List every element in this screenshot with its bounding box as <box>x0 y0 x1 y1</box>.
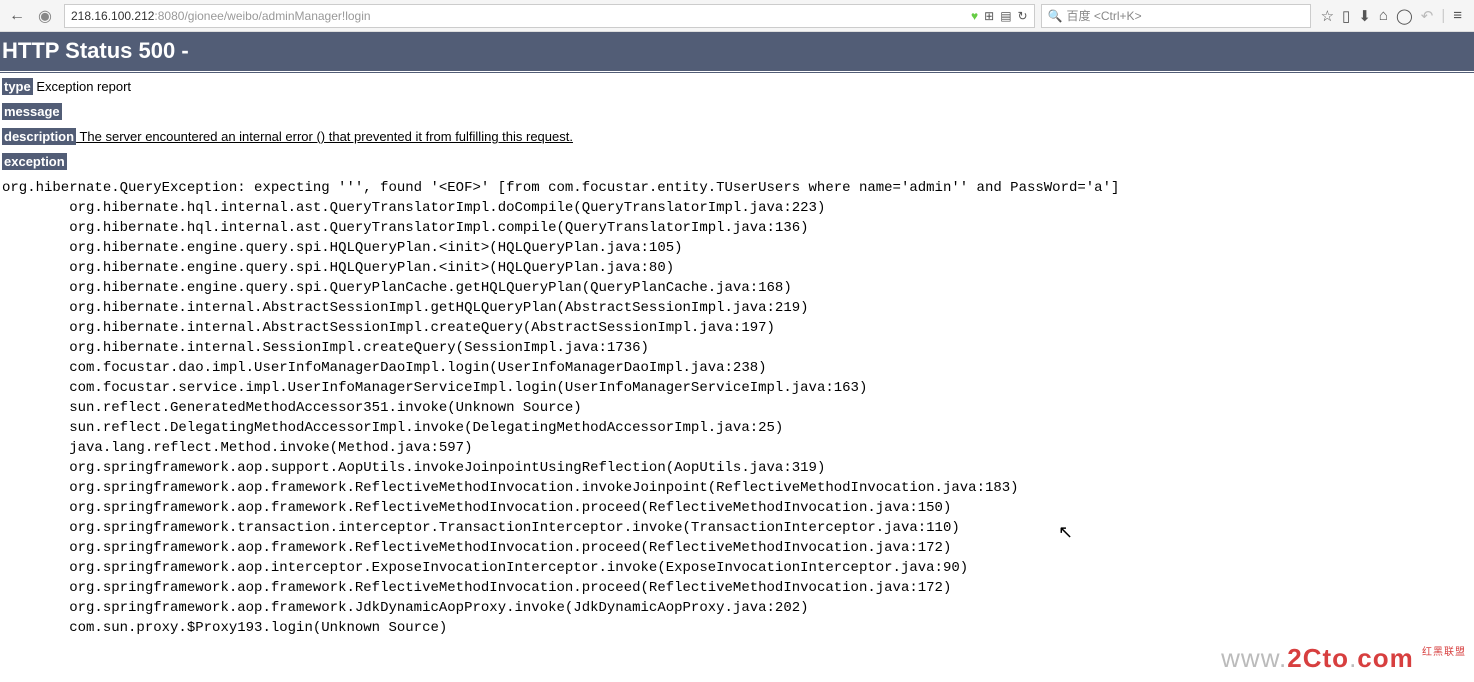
reader-icon[interactable]: ▤ <box>1000 9 1011 23</box>
exception-line: exception <box>0 149 1474 174</box>
watermark-prefix: www. <box>1221 643 1287 673</box>
qr-icon[interactable]: ⊞ <box>984 9 994 23</box>
watermark-suffix: com <box>1357 643 1413 673</box>
description-label: description <box>2 128 76 145</box>
url-bar-icons: ♥ ⊞ ▤ ↻ <box>971 9 1028 23</box>
divider: | <box>1441 7 1445 24</box>
message-line: message <box>0 99 1474 124</box>
menu-icon[interactable]: ≡ <box>1453 7 1462 24</box>
search-box[interactable]: 🔍 百度 <Ctrl+K> <box>1041 4 1311 28</box>
download-icon[interactable]: ⬇ <box>1358 7 1371 25</box>
url-bar[interactable]: 218.16.100.212:8080/gionee/weibo/adminMa… <box>64 4 1035 28</box>
browser-toolbar: ← ◉ 218.16.100.212:8080/gionee/weibo/adm… <box>0 0 1474 32</box>
back-button[interactable]: ← <box>4 3 30 29</box>
divider <box>0 72 1474 73</box>
library-icon[interactable]: ▯ <box>1342 7 1350 25</box>
url-text: 218.16.100.212:8080/gionee/weibo/adminMa… <box>71 9 371 23</box>
type-value: Exception report <box>33 79 131 94</box>
page-content: HTTP Status 500 - type Exception report … <box>0 32 1474 642</box>
type-line: type Exception report <box>0 74 1474 99</box>
message-label: message <box>2 103 62 120</box>
search-icon: 🔍 <box>1048 9 1063 23</box>
watermark-mid: 2Cto <box>1287 643 1349 673</box>
description-line: description The server encountered an in… <box>0 124 1474 149</box>
description-value: The server encountered an internal error… <box>76 129 573 144</box>
undo-icon[interactable]: ↶ <box>1421 7 1434 25</box>
type-label: type <box>2 78 33 95</box>
bookmark-icon[interactable]: ☆ <box>1321 7 1334 25</box>
identity-icon[interactable]: ◉ <box>32 3 58 29</box>
toolbar-buttons: ☆ ▯ ⬇ ⌂ ◯ ↶ | ≡ <box>1313 7 1470 25</box>
exception-label: exception <box>2 153 67 170</box>
watermark: www.2Cto.com 红黑联盟 <box>1221 643 1466 674</box>
watermark-sub: 红黑联盟 <box>1422 643 1466 658</box>
shield-icon[interactable]: ♥ <box>971 9 978 23</box>
reload-icon[interactable]: ↻ <box>1018 9 1028 23</box>
search-placeholder: 百度 <Ctrl+K> <box>1067 7 1142 24</box>
status-heading: HTTP Status 500 - <box>0 32 1474 71</box>
stacktrace: org.hibernate.QueryException: expecting … <box>0 174 1474 642</box>
home-icon[interactable]: ⌂ <box>1379 7 1388 24</box>
chat-icon[interactable]: ◯ <box>1396 7 1413 25</box>
